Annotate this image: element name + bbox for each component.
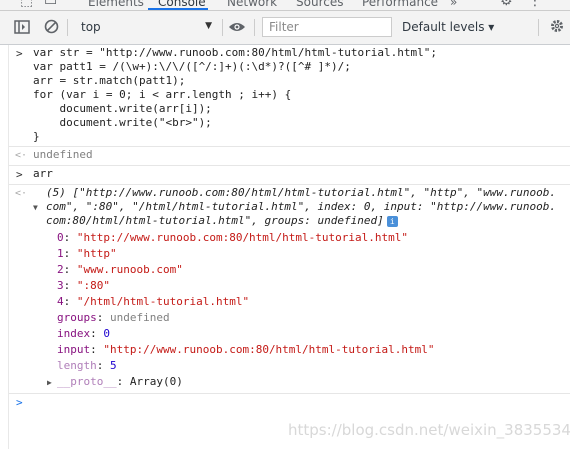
tab-sources[interactable]: Sources — [296, 0, 343, 9]
log-levels-dropdown[interactable]: Default levels ▾ — [402, 20, 494, 34]
code-line: for (var i = 0; i < arr.length ; i++) { — [33, 88, 292, 101]
entry-value: ":80" — [76, 279, 110, 292]
tab-more[interactable]: » — [450, 0, 457, 9]
toolbar-divider — [67, 19, 68, 36]
device-icon[interactable]: ▭ — [44, 0, 57, 9]
tab-network[interactable]: Network — [227, 0, 277, 9]
settings-icon[interactable]: ⚙ — [500, 0, 513, 9]
toolbar-divider — [222, 19, 223, 36]
devtools-tab-strip: ⬚ ▭ Elements Console Network Sources Per… — [0, 0, 570, 11]
property-value: 0 — [103, 327, 110, 340]
console-output: > var str = "http://www.runoob.com:80/ht… — [0, 45, 570, 449]
filter-input[interactable] — [262, 17, 392, 37]
entry-key: 0 — [57, 231, 64, 244]
sidebar-toggle-icon[interactable] — [14, 20, 30, 34]
entry-value: "http" — [76, 247, 117, 260]
active-tab-indicator — [148, 8, 208, 10]
gear-icon[interactable] — [550, 19, 564, 33]
proto-value: Array(0) — [129, 375, 183, 388]
entry-value: "/html/html-tutorial.html" — [76, 295, 250, 308]
message-divider — [9, 146, 570, 147]
property-key: groups — [57, 311, 97, 324]
code-line: document.write(arr[i]); — [33, 102, 212, 115]
code-line: var patt1 = /(\w+):\/\/([^/:]+)(:\d*)?([… — [33, 60, 351, 73]
array-summary: (5) ["http://www.runoob.com:80/html/html… — [46, 186, 556, 199]
message-divider — [9, 184, 570, 185]
console-prompt-icon: > — [16, 396, 23, 409]
input-prompt-icon: > — [16, 168, 23, 181]
array-property: input: "http://www.runoob.com:80/html/ht… — [57, 343, 435, 356]
console-input[interactable] — [33, 394, 553, 410]
result-value: undefined — [33, 148, 93, 161]
toolbar-divider — [538, 19, 539, 36]
array-summary-text: com:80/html/html-tutorial.html", groups:… — [46, 214, 384, 227]
entry-key: 1 — [57, 247, 64, 260]
array-summary: com:80/html/html-tutorial.html", groups:… — [46, 214, 398, 228]
array-entry: 4: "/html/html-tutorial.html" — [57, 295, 250, 308]
array-property: length: 5 — [57, 359, 117, 372]
property-key: length — [57, 359, 97, 372]
inspect-icon[interactable]: ⬚ — [20, 0, 33, 9]
context-selector-value: top — [81, 20, 101, 34]
clear-console-icon[interactable] — [44, 19, 59, 34]
property-key: input — [57, 343, 91, 356]
code-line: document.write("<br>"); — [33, 116, 212, 129]
property-value: undefined — [110, 311, 170, 324]
tab-performance[interactable]: Performance — [362, 0, 438, 9]
array-property: index: 0 — [57, 327, 110, 340]
array-property: __proto__: Array(0) — [57, 375, 183, 388]
tab-elements[interactable]: Elements — [88, 0, 144, 9]
array-entry: 2: "www.runoob.com" — [57, 263, 183, 276]
result-arrow-icon: <· — [15, 188, 28, 199]
entry-key: 3 — [57, 279, 64, 292]
entry-value: "http://www.runoob.com:80/html/html-tuto… — [76, 231, 409, 244]
watermark: https://blog.csdn.net/weixin_38355349 — [288, 421, 570, 439]
property-key: index — [57, 327, 91, 340]
message-divider — [9, 165, 570, 166]
array-entry: 1: "http" — [57, 247, 117, 260]
entry-key: 4 — [57, 295, 64, 308]
code-line: var str = "http://www.runoob.com:80/html… — [33, 46, 437, 59]
entry-key: 2 — [57, 263, 64, 276]
array-entry: 3: ":80" — [57, 279, 110, 292]
array-property: groups: undefined — [57, 311, 170, 324]
chevron-down-icon: ▼ — [205, 21, 212, 31]
expand-triangle-icon[interactable]: ▶ — [47, 376, 52, 390]
eye-icon[interactable] — [228, 21, 246, 33]
property-value: "http://www.runoob.com:80/html/html-tuto… — [103, 343, 435, 356]
input-prompt-icon: > — [16, 47, 23, 60]
result-arrow-icon: <· — [15, 150, 28, 161]
entry-value: "www.runoob.com" — [76, 263, 183, 276]
array-entry: 0: "http://www.runoob.com:80/html/html-t… — [57, 231, 409, 244]
array-summary: com", ":80", "/html/html-tutorial.html",… — [46, 200, 556, 213]
info-icon[interactable]: i — [386, 215, 398, 227]
expand-triangle-icon[interactable]: ▼ — [33, 201, 38, 215]
toolbar-divider — [254, 19, 255, 36]
code-line: arr = str.match(patt1); — [33, 74, 186, 87]
more-icon[interactable]: ⋮ — [528, 0, 542, 9]
proto-key[interactable]: __proto__ — [57, 375, 117, 388]
input-line: arr — [33, 167, 53, 180]
code-line: } — [33, 130, 40, 143]
context-selector[interactable]: top ▼ — [74, 18, 216, 38]
property-value: 5 — [110, 359, 117, 372]
